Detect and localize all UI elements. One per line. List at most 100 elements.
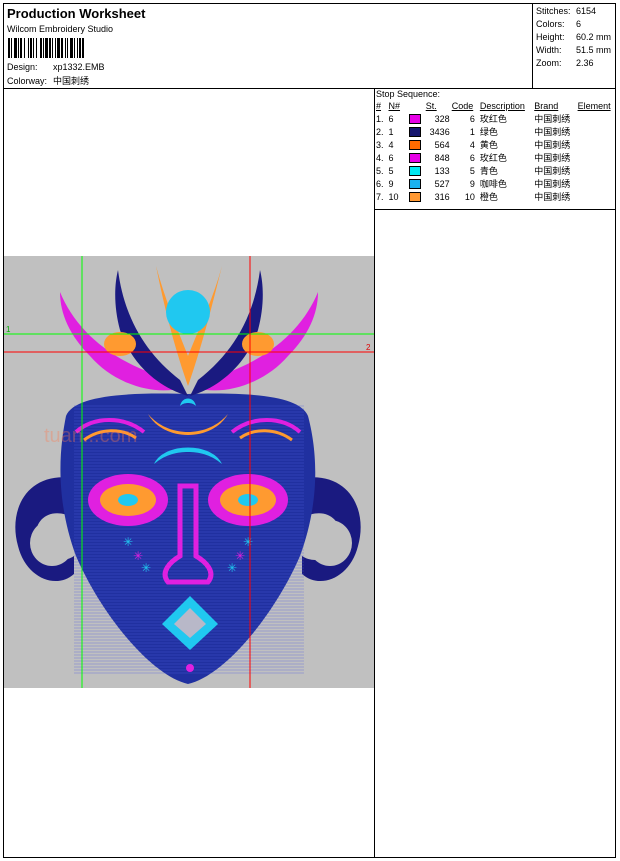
barcode-bar xyxy=(40,38,42,58)
color-swatch-box xyxy=(409,191,422,202)
color-swatch-box xyxy=(409,113,422,124)
color-code: 5 xyxy=(469,165,475,176)
element xyxy=(577,190,615,203)
color-description: 咖啡色 xyxy=(479,179,507,189)
stitch-count: 316 xyxy=(434,191,450,202)
barcode-bar xyxy=(8,38,10,58)
thread-brand: 中国刺绣 xyxy=(534,153,571,163)
cheek-star-left-3: ✳ xyxy=(141,561,151,575)
color-description: 青色 xyxy=(479,166,498,176)
thread-brand: 中国刺绣 xyxy=(534,127,571,137)
stop-number: 7. xyxy=(376,191,384,202)
barcode-bar xyxy=(57,38,60,58)
thread-brand: 中国刺绣 xyxy=(534,114,571,124)
needle-number: 6 xyxy=(388,152,394,163)
stop-sequence-title: Stop Sequence: xyxy=(376,89,441,99)
color-swatch xyxy=(408,125,425,138)
stop-number: 6. xyxy=(376,178,384,189)
stop-sequence-header-row: # N# St. Code Description Brand Element xyxy=(375,100,615,112)
barcode-bar xyxy=(30,38,32,58)
color-description: 玫红色 xyxy=(479,114,507,124)
color-swatch-box xyxy=(409,152,422,163)
software-name: Wilcom Embroidery Studio xyxy=(7,24,114,34)
thread-brand: 中国刺绣 xyxy=(534,192,571,202)
thread-brand: 中国刺绣 xyxy=(534,140,571,150)
needle-number: 6 xyxy=(388,113,394,124)
stop-row: 1. 6 328 6 玫红色 中国刺绣 xyxy=(375,112,615,125)
element xyxy=(577,151,615,164)
color-swatch-box xyxy=(409,178,422,189)
color-code: 1 xyxy=(469,126,475,137)
worksheet-sheet: Production Worksheet Wilcom Embroidery S… xyxy=(3,3,616,858)
color-description: 绿色 xyxy=(479,127,498,137)
col-element: Element xyxy=(577,101,611,111)
barcode-bar xyxy=(14,38,17,58)
color-swatch xyxy=(408,177,425,190)
barcode-bar xyxy=(77,38,78,58)
design-row: Design: xp1332.EMB xyxy=(7,62,105,72)
stitch-count: 527 xyxy=(434,178,450,189)
chin-dot xyxy=(186,664,194,672)
barcode-bar xyxy=(70,38,73,58)
barcode-bar xyxy=(74,38,75,58)
element xyxy=(577,138,615,151)
color-swatch xyxy=(408,138,425,151)
design-label: Design: xyxy=(7,62,38,72)
stop-number: 3. xyxy=(376,139,384,150)
stop-number: 2. xyxy=(376,126,384,137)
thread-brand: 中国刺绣 xyxy=(534,179,571,189)
stitch-count: 328 xyxy=(434,113,450,124)
stitch-count: 133 xyxy=(434,165,450,176)
barcode-bar xyxy=(24,38,25,58)
colorway-label: Colorway: xyxy=(7,76,48,86)
sun-disc xyxy=(166,290,210,334)
worksheet-title: Production Worksheet xyxy=(7,6,146,21)
stop-row: 4. 6 848 6 玫红色 中国刺绣 xyxy=(375,151,615,164)
needle-number: 5 xyxy=(388,165,394,176)
colorway-row: Colorway: 中国刺绣 xyxy=(7,74,89,87)
cheek-star-right-1: ✳ xyxy=(243,535,253,549)
barcode-bar xyxy=(11,38,12,58)
stop-number: 1. xyxy=(376,113,384,124)
barcode-bar xyxy=(55,38,56,58)
left-eye-pupil xyxy=(118,494,138,506)
barcode-bar xyxy=(33,38,34,58)
col-code: Code xyxy=(451,101,474,111)
stat-stitches: Stitches: 6154 xyxy=(536,6,597,16)
guide-marker-1: 1 xyxy=(6,325,11,334)
cheek-star-left-1: ✳ xyxy=(123,535,133,549)
stop-number: 5. xyxy=(376,165,384,176)
element xyxy=(577,112,615,125)
stitch-count: 848 xyxy=(434,152,450,163)
stat-zoom: Zoom: 2.36 xyxy=(536,58,594,68)
barcode-bar xyxy=(61,38,63,58)
stitch-count: 3436 xyxy=(429,126,450,137)
color-swatch-box xyxy=(409,126,422,137)
color-description: 黄色 xyxy=(479,140,498,150)
stat-colors: Colors: 6 xyxy=(536,19,582,29)
needle-number: 9 xyxy=(388,178,394,189)
col-description: Description xyxy=(479,101,525,111)
col-number: # xyxy=(376,101,382,111)
color-code: 6 xyxy=(469,152,475,163)
col-brand: Brand xyxy=(534,101,559,111)
needle-number: 1 xyxy=(388,126,394,137)
color-swatch xyxy=(408,151,425,164)
color-swatch-box xyxy=(409,165,422,176)
barcode-bar xyxy=(49,38,51,58)
barcode-bar xyxy=(20,38,22,58)
needle-number: 4 xyxy=(388,139,394,150)
barcode-bar xyxy=(67,38,68,58)
worksheet-header: Production Worksheet Wilcom Embroidery S… xyxy=(4,4,615,89)
element xyxy=(577,177,615,190)
color-code: 9 xyxy=(469,178,475,189)
stop-sequence-panel: Stop Sequence: # N# St. Code Description… xyxy=(375,88,615,210)
guide-marker-2: 2 xyxy=(366,343,371,352)
color-code: 10 xyxy=(464,191,475,202)
barcode-bar xyxy=(52,38,53,58)
stats-box: Stitches: 6154 Colors: 6 Height: 60.2 mm Wi… xyxy=(532,4,616,88)
color-description: 玫红色 xyxy=(479,153,507,163)
col-needle: N# xyxy=(388,101,401,111)
barcode-bar xyxy=(36,38,37,58)
needle-number: 10 xyxy=(388,191,399,202)
